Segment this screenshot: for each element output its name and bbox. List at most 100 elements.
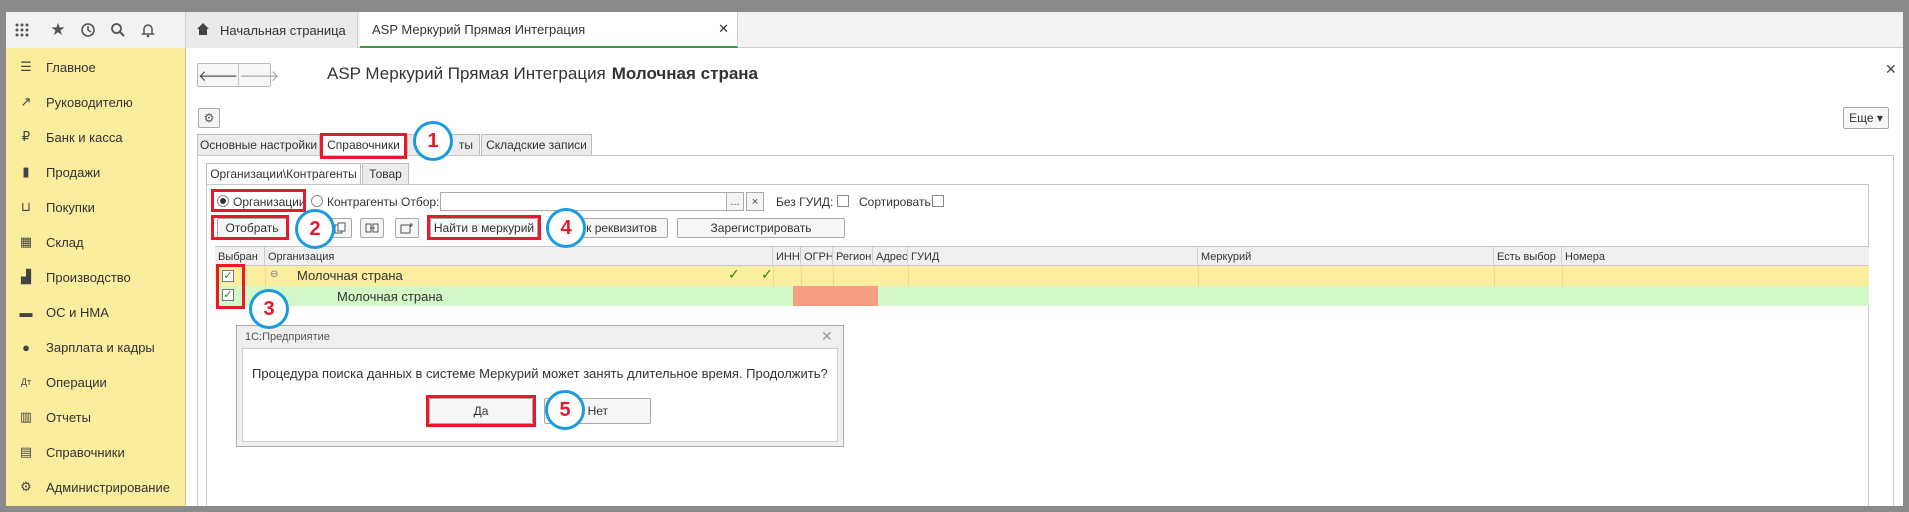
tab-goods[interactable]: Товар [362,163,409,185]
sidebar-item-main[interactable]: ☰ Главное [6,53,186,81]
highlight-box-find-button [427,215,541,240]
bell-icon[interactable] [136,18,160,42]
highlight-box-yes-button [426,395,536,427]
dialog-title: 1С:Предприятие [237,326,843,348]
sidebar-item-assets[interactable]: ▬ ОС и НМА [6,298,186,326]
tab-main-settings[interactable]: Основные настройки [197,134,320,156]
row-organization-name: Молочная страна [297,268,403,283]
sort-checkbox[interactable] [932,195,944,207]
dialog-close-icon[interactable]: ✕ [821,328,833,345]
highlight-box-row-checkboxes [216,264,245,309]
sidebar-item-label: Отчеты [46,409,91,425]
form-subtitle-text: Молочная страна [611,64,759,83]
register-button[interactable]: Зарегистрировать [677,218,845,238]
cell-divider [833,266,834,286]
filter-select-button[interactable]: ... [726,192,744,211]
cell-divider [1562,266,1563,286]
sidebar-item-sales[interactable]: ▮ Продажи [6,158,186,186]
no-guid-checkbox[interactable] [837,195,849,207]
column-header-numbers[interactable]: Номера [1562,247,1869,266]
more-button[interactable]: Еще ▾ [1843,107,1889,129]
group-collapse-icon[interactable]: ⊖ [270,269,278,280]
sidebar-item-admin[interactable]: ⚙ Администрирование [6,473,186,501]
sidebar-item-label: Руководителю [46,94,133,110]
radio-contractors[interactable] [311,195,323,207]
move-right-icon[interactable] [360,218,384,238]
bag-icon: ▮ [22,164,30,179]
filter-input[interactable] [440,192,727,211]
sidebar-item-label: Банк и касса [46,129,123,145]
tab-asp-mercury[interactable]: ASP Меркурий Прямая Интеграция ✕ [360,12,738,48]
filter-clear-button[interactable]: × [746,192,764,211]
sidebar-item-label: Главное [46,59,96,75]
sidebar-item-label: Администрирование [46,479,170,495]
tab-warehouse-records[interactable]: Складские записи [481,134,592,156]
column-header-region[interactable]: Регион [833,247,873,266]
sidebar-item-purchases[interactable]: ⊔ Покупки [6,193,186,221]
window-frame-right [1903,0,1909,512]
column-header-inn[interactable]: ИНН [773,247,801,266]
sidebar-item-directories[interactable]: ▤ Справочники [6,438,186,466]
column-header-ogrn[interactable]: ОГРН [801,247,833,266]
top-icon-group: ★ [6,12,186,48]
column-header-address[interactable]: Адрес [873,247,908,266]
column-header-has-choice[interactable]: Есть выбор [1494,247,1562,266]
gear-icon: ⚙ [20,479,32,494]
cell-divider [908,266,909,286]
inn-check-icon: ✓ [728,266,740,282]
search-icon[interactable] [106,18,130,42]
ogrn-check-icon: ✓ [761,266,773,282]
sidebar-item-manager[interactable]: ↗ Руководителю [6,88,186,116]
highlight-box-select-button [211,215,289,240]
tab-close-icon[interactable]: ✕ [718,21,729,37]
window-frame-bottom [0,506,1909,512]
sidebar-item-label: Операции [46,374,107,390]
book-icon: ▤ [19,444,33,459]
sidebar-item-label: Зарплата и кадры [46,339,155,355]
sidebar-item-label: Справочники [46,444,125,460]
sidebar-item-bank[interactable]: ₽ Банк и касса [6,123,186,151]
sidebar-item-salary[interactable]: ● Зарплата и кадры [6,333,186,361]
sidebar-item-label: ОС и НМА [46,304,109,320]
column-header-organization[interactable]: Организация [265,247,773,266]
list-icon: ☰ [20,59,32,74]
form-settings-button[interactable]: ⚙ [198,108,220,128]
sidebar-item-production[interactable]: ▟ Производство [6,263,186,291]
dialog-body [242,348,838,442]
sort-label: Сортировать: [859,195,935,209]
no-guid-label: Без ГУИД: [776,195,834,209]
tab-home[interactable]: Начальная страница [186,12,358,48]
sidebar-item-reports[interactable]: ▥ Отчеты [6,403,186,431]
form-close-icon[interactable]: ✕ [1885,61,1897,78]
forward-arrow-icon[interactable]: 🡒 [238,64,279,86]
table-row[interactable] [215,286,1869,306]
radio-contractors-label: Контрагенты [327,195,398,209]
back-arrow-icon[interactable]: 🡐 [198,64,238,86]
trend-icon: ↗ [20,94,32,109]
sidebar-item-warehouse[interactable]: ▦ Склад [6,228,186,256]
sidebar: ☰ Главное ↗ Руководителю ₽ Банк и касса ▮ Пр… [6,48,186,506]
column-header-guid[interactable]: ГУИД [908,247,1198,266]
sidebar-item-label: Покупки [46,199,95,215]
cell-divider [773,266,774,286]
truck-icon: ▬ [19,304,33,320]
sidebar-item-operations[interactable]: Дт Операции [6,368,186,396]
add-row-icon[interactable] [395,218,419,238]
column-header-mercury[interactable]: Меркурий [1198,247,1494,266]
table-row[interactable] [215,266,1869,286]
highlight-box-organizations-radio [211,189,306,212]
debit-credit-icon: Дт [20,377,32,387]
tab-active-label: ASP Меркурий Прямая Интеграция [372,21,586,37]
page-title: ASP Меркурий Прямая Интеграция Молочная с… [327,64,758,84]
star-icon[interactable]: ★ [46,18,70,42]
tab-organizations-contractors[interactable]: Организации\Контрагенты [206,163,361,185]
filter-label: Отбор: [401,195,440,209]
row-organization-name: Молочная страна [337,289,443,304]
cart-icon: ⊔ [20,199,32,214]
annotation-marker-3: 3 [249,289,289,329]
warehouse-icon: ▦ [19,234,33,249]
apps-grid-icon[interactable] [10,18,34,42]
person-icon: ● [22,339,30,355]
table-header: Выбран Организация ИНН ОГРН Регион Адрес… [215,246,1869,266]
history-icon[interactable] [76,18,100,42]
